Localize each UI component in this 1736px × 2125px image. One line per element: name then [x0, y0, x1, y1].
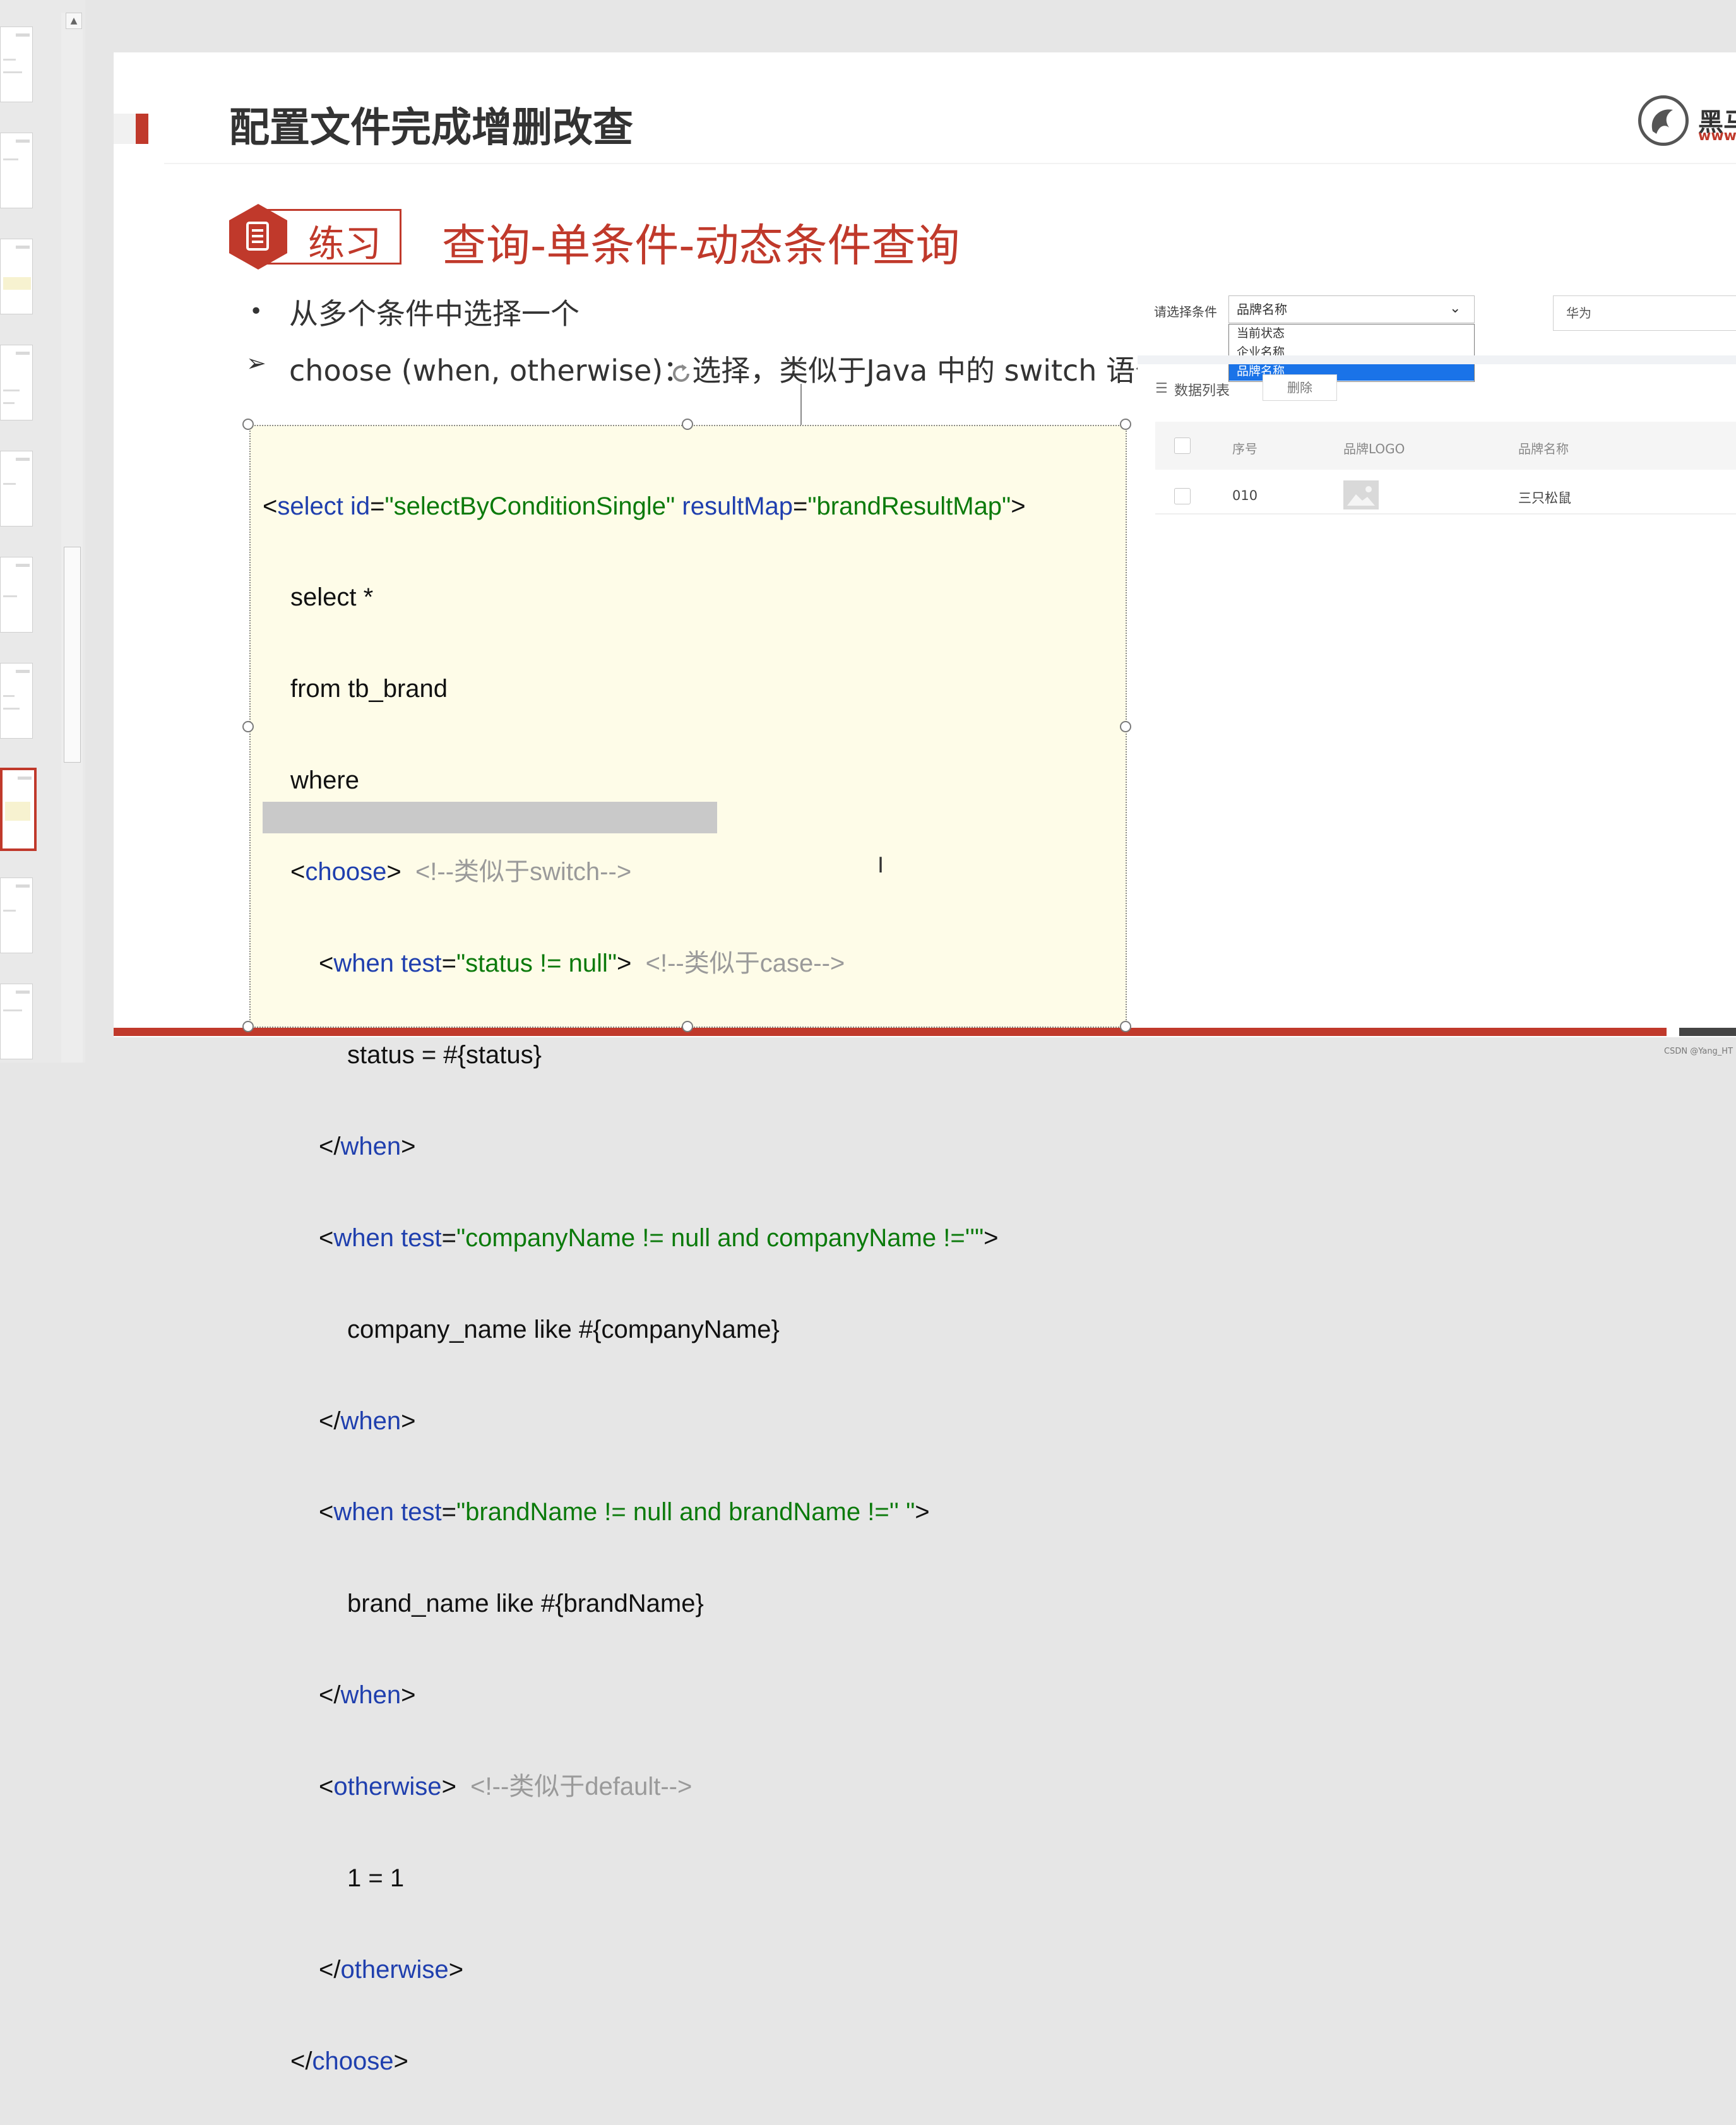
code-line: company_name like #{companyName}	[347, 1315, 780, 1343]
slide-thumbnail[interactable]	[0, 984, 33, 1059]
condition-label: 请选择条件	[1154, 304, 1217, 319]
code-line: </otherwise>	[319, 1955, 464, 1984]
resize-handle[interactable]	[1120, 721, 1131, 732]
slide-thumbnail[interactable]	[0, 345, 33, 420]
code-line: select *	[290, 583, 374, 612]
dropdown-option[interactable]: 当前状态	[1229, 324, 1474, 343]
code-line: from tb_brand	[290, 675, 448, 703]
title-accent-bar	[136, 114, 148, 144]
row-brand-name: 三只松鼠	[1518, 491, 1571, 506]
exercise-title: 查询-单条件-动态条件查询	[442, 220, 960, 271]
resize-handle[interactable]	[682, 419, 693, 430]
row-id: 010	[1232, 488, 1258, 503]
code-line: <choose> <!--类似于switch-->	[290, 858, 632, 886]
slide-thumbnail[interactable]	[0, 663, 33, 739]
rotate-handle-icon[interactable]	[669, 362, 693, 386]
scroll-up-arrow-icon[interactable]: ▲	[66, 13, 82, 29]
slide-thumbnail[interactable]	[0, 557, 33, 633]
slide-thumbnail[interactable]	[0, 451, 33, 527]
resize-handle[interactable]	[242, 721, 254, 732]
arrow-bullet-icon: ➢	[246, 349, 266, 377]
bullet-text-2[interactable]: choose (when, otherwise)：选择，类似于Java 中的 s…	[289, 348, 1164, 390]
resize-handle[interactable]	[1120, 1021, 1131, 1032]
code-line: <select id="selectByConditionSingle" res…	[263, 492, 1026, 520]
watermark: CSDN @Yang_HT	[1664, 1047, 1733, 1056]
resize-handle[interactable]	[242, 1021, 254, 1032]
title-accent-shadow	[114, 114, 136, 144]
document-icon	[246, 222, 269, 251]
slide-thumbnail[interactable]	[0, 878, 33, 953]
scrollbar-thumb[interactable]	[64, 547, 81, 763]
data-list-title: 数据列表	[1174, 383, 1230, 399]
exercise-badge-label: 练习	[308, 222, 382, 265]
search-input[interactable]: 华为	[1553, 295, 1736, 331]
text-cursor-icon: I	[877, 853, 884, 878]
condition-dropdown-list[interactable]: 当前状态 企业名称 品牌名称	[1228, 324, 1475, 382]
code-line: <when test="brandName != null and brandN…	[319, 1498, 930, 1527]
rotate-handle-stem	[800, 384, 802, 425]
code-line: </choose>	[290, 2047, 408, 2075]
code-line: </when>	[319, 1132, 416, 1160]
slide-thumbnail[interactable]	[0, 27, 33, 102]
column-header-logo: 品牌LOGO	[1343, 441, 1405, 456]
code-line: </when>	[319, 1681, 416, 1710]
code-line: <when test="status != null"> <!--类似于case…	[319, 949, 845, 978]
code-block[interactable]: <select id="selectByConditionSingle" res…	[263, 430, 1026, 2125]
slide-title: 配置文件完成增删改查	[229, 105, 633, 152]
chevron-down-icon: ⌄	[1449, 301, 1461, 316]
column-header-id: 序号	[1232, 441, 1257, 456]
slide-thumbnail[interactable]	[0, 133, 33, 208]
code-line: <when test="companyName != null and comp…	[319, 1223, 999, 1252]
table-row-divider	[1155, 513, 1736, 515]
thumbnail-scrollbar[interactable]	[61, 13, 83, 1062]
code-line: </when>	[319, 1407, 416, 1435]
footer-bar-end	[1679, 1028, 1736, 1036]
brand-logo-icon	[1638, 95, 1689, 146]
resize-handle[interactable]	[682, 1021, 693, 1032]
code-line: where	[290, 766, 359, 795]
code-line: status = #{status}	[347, 1040, 542, 1069]
bullet-text-1: 从多个条件中选择一个	[289, 297, 580, 331]
slide-thumbnail-current[interactable]	[0, 768, 37, 851]
row-checkbox[interactable]	[1174, 488, 1191, 504]
select-all-checkbox[interactable]	[1174, 437, 1191, 454]
slide-thumbnail[interactable]	[0, 239, 33, 314]
code-line-selected: brand_name like #{brandName}	[347, 1590, 704, 1618]
delete-button[interactable]: 删除	[1263, 374, 1337, 401]
image-placeholder-icon	[1343, 480, 1379, 509]
code-line: <otherwise> <!--类似于default-->	[319, 1773, 693, 1801]
resize-handle[interactable]	[242, 419, 254, 430]
resize-handle[interactable]	[1120, 419, 1131, 430]
brand-logo-url: www.i	[1698, 128, 1736, 144]
column-header-brand-name: 品牌名称	[1518, 441, 1569, 456]
title-divider	[164, 163, 1736, 164]
list-icon: ☰	[1155, 381, 1168, 396]
condition-select[interactable]: 品牌名称	[1228, 295, 1475, 323]
code-line: 1 = 1	[347, 1864, 405, 1892]
bullet-dot-icon: •	[249, 299, 263, 324]
section-separator	[1138, 355, 1736, 364]
